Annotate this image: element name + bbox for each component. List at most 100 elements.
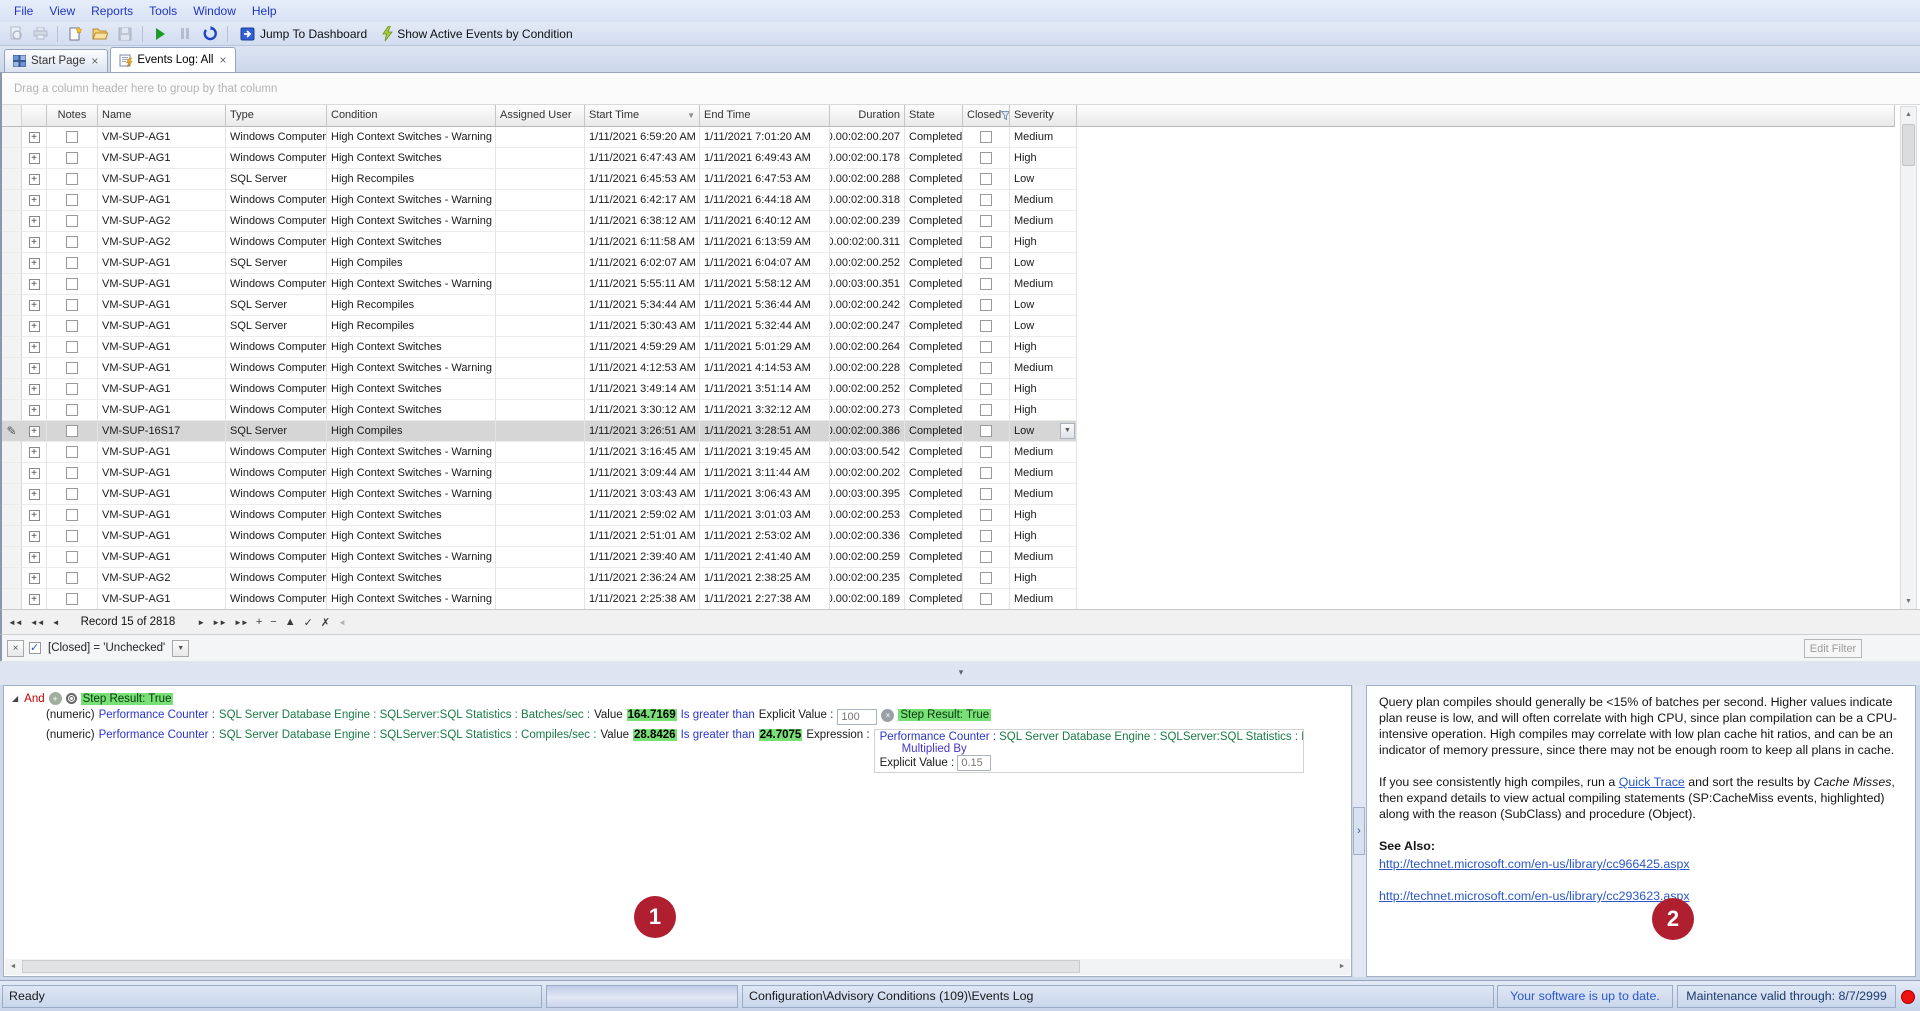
column-header-condition[interactable]: Condition <box>327 105 496 127</box>
table-row[interactable]: +VM-SUP-AG1Windows ComputerHigh Context … <box>2 379 1079 400</box>
refresh-icon[interactable] <box>199 24 221 44</box>
row-expand-button[interactable]: + <box>22 169 47 190</box>
tab-start-page[interactable]: Start Page × <box>4 49 108 72</box>
table-row[interactable]: +VM-SUP-AG1Windows ComputerHigh Context … <box>2 190 1079 211</box>
row-expand-button[interactable]: + <box>22 505 47 526</box>
table-row[interactable]: +VM-SUP-AG1Windows ComputerHigh Context … <box>2 274 1079 295</box>
vertical-scrollbar[interactable]: ▲ ▼ <box>1900 106 1917 610</box>
closed-checkbox[interactable] <box>963 127 1010 148</box>
notes-checkbox[interactable] <box>47 358 98 379</box>
row-expand-button[interactable]: + <box>22 484 47 505</box>
notes-checkbox[interactable] <box>47 379 98 400</box>
table-row[interactable]: +VM-SUP-AG1Windows ComputerHigh Context … <box>2 547 1079 568</box>
row-expand-button[interactable]: + <box>22 568 47 589</box>
column-header-closed[interactable]: Closed <box>963 105 1010 127</box>
notes-checkbox[interactable] <box>47 253 98 274</box>
row-expand-button[interactable]: + <box>22 421 47 442</box>
table-row[interactable]: +VM-SUP-AG1Windows ComputerHigh Context … <box>2 337 1079 358</box>
column-header-duration[interactable]: Duration <box>830 105 905 127</box>
closed-checkbox[interactable] <box>963 169 1010 190</box>
notes-checkbox[interactable] <box>47 547 98 568</box>
row-expand-button[interactable]: + <box>22 274 47 295</box>
table-row[interactable]: +VM-SUP-AG1Windows ComputerHigh Context … <box>2 589 1079 610</box>
nav-next-page-button[interactable]: ►► <box>212 618 226 627</box>
edit-filter-button[interactable]: Edit Filter <box>1804 639 1862 658</box>
status-update-message[interactable]: Your software is up to date. <box>1497 985 1673 1008</box>
expr-explicit-input[interactable]: 0.15 <box>957 755 991 771</box>
row-expand-button[interactable]: + <box>22 295 47 316</box>
row-expand-button[interactable]: + <box>22 337 47 358</box>
closed-checkbox[interactable] <box>963 589 1010 610</box>
scroll-down-icon[interactable]: ▼ <box>1901 594 1916 609</box>
notes-checkbox[interactable] <box>47 295 98 316</box>
filter-dropdown-button[interactable]: ▼ <box>172 640 189 657</box>
table-row[interactable]: +VM-SUP-AG2Windows ComputerHigh Context … <box>2 211 1079 232</box>
filter-expression[interactable]: [Closed] = 'Unchecked' <box>48 642 165 654</box>
quick-trace-link[interactable]: Quick Trace <box>1619 775 1685 789</box>
table-row[interactable]: +VM-SUP-AG1Windows ComputerHigh Context … <box>2 442 1079 463</box>
notes-checkbox[interactable] <box>47 274 98 295</box>
closed-checkbox[interactable] <box>963 400 1010 421</box>
new-document-icon[interactable] <box>64 24 86 44</box>
closed-checkbox[interactable] <box>963 526 1010 547</box>
menu-tools[interactable]: Tools <box>141 0 185 22</box>
technet-link-2[interactable]: http://technet.microsoft.com/en-us/libra… <box>1379 888 1903 904</box>
menu-file[interactable]: File <box>6 0 41 22</box>
nav-last-button[interactable]: ►► <box>234 618 248 627</box>
closed-checkbox[interactable] <box>963 505 1010 526</box>
expander-triangle-icon[interactable]: ◢ <box>12 694 18 703</box>
closed-checkbox[interactable] <box>963 463 1010 484</box>
scrollbar-thumb[interactable] <box>22 960 1080 973</box>
column-header-state[interactable]: State <box>905 105 963 127</box>
filter-enabled-checkbox[interactable] <box>29 642 41 654</box>
tab-events-log[interactable]: Events Log: All × <box>110 47 236 72</box>
remove-step-icon[interactable]: × <box>881 709 894 722</box>
filter-funnel-icon[interactable] <box>1001 111 1010 120</box>
table-row[interactable]: +VM-SUP-AG1Windows ComputerHigh Context … <box>2 526 1079 547</box>
table-row[interactable]: +VM-SUP-AG1Windows ComputerHigh Context … <box>2 127 1079 148</box>
closed-checkbox[interactable] <box>963 421 1010 442</box>
column-header-type[interactable]: Type <box>226 105 327 127</box>
table-row[interactable]: +VM-SUP-AG1Windows ComputerHigh Context … <box>2 400 1079 421</box>
notes-checkbox[interactable] <box>47 589 98 610</box>
closed-checkbox[interactable] <box>963 337 1010 358</box>
closed-checkbox[interactable] <box>963 211 1010 232</box>
close-icon[interactable]: × <box>90 55 99 67</box>
table-row[interactable]: +VM-SUP-AG1SQL ServerHigh Compiles1/11/2… <box>2 253 1079 274</box>
column-header-name[interactable]: Name <box>98 105 226 127</box>
notes-checkbox[interactable] <box>47 442 98 463</box>
closed-checkbox[interactable] <box>963 232 1010 253</box>
row-expand-button[interactable]: + <box>22 379 47 400</box>
notes-checkbox[interactable] <box>47 526 98 547</box>
column-header-end-time[interactable]: End Time <box>700 105 830 127</box>
row-expand-button[interactable]: + <box>22 526 47 547</box>
close-icon[interactable]: × <box>218 54 227 66</box>
nav-delete-button[interactable]: − <box>270 616 276 628</box>
table-row[interactable]: +VM-SUP-AG1SQL ServerHigh Recompiles1/11… <box>2 295 1079 316</box>
add-step-icon[interactable]: + <box>49 692 62 705</box>
row-expand-button[interactable]: + <box>22 148 47 169</box>
menu-reports[interactable]: Reports <box>83 0 141 22</box>
table-row[interactable]: +VM-SUP-AG1SQL ServerHigh Recompiles1/11… <box>2 169 1079 190</box>
notes-checkbox[interactable] <box>47 568 98 589</box>
row-expand-button[interactable]: + <box>22 442 47 463</box>
step1-explicit-input[interactable]: 100 <box>837 709 877 725</box>
row-expand-button[interactable]: + <box>22 358 47 379</box>
closed-checkbox[interactable] <box>963 316 1010 337</box>
scroll-left-icon[interactable]: ◄ <box>5 959 21 974</box>
row-expand-button[interactable]: + <box>22 547 47 568</box>
table-row[interactable]: +VM-SUP-AG1Windows ComputerHigh Context … <box>2 148 1079 169</box>
notes-checkbox[interactable] <box>47 232 98 253</box>
column-header-notes[interactable]: Notes <box>47 105 98 127</box>
row-expand-button[interactable]: + <box>22 463 47 484</box>
closed-checkbox[interactable] <box>963 379 1010 400</box>
panel-splitter-vertical[interactable]: › <box>1353 685 1366 977</box>
notes-checkbox[interactable] <box>47 337 98 358</box>
table-row[interactable]: +VM-SUP-AG2Windows ComputerHigh Context … <box>2 232 1079 253</box>
row-expand-button[interactable]: + <box>22 190 47 211</box>
condition-root-node[interactable]: ◢ And + Step Result: True <box>12 692 1349 705</box>
notes-checkbox[interactable] <box>47 463 98 484</box>
scrollbar-thumb[interactable] <box>1902 124 1915 166</box>
row-expand-button[interactable]: + <box>22 400 47 421</box>
play-icon[interactable] <box>149 24 171 44</box>
